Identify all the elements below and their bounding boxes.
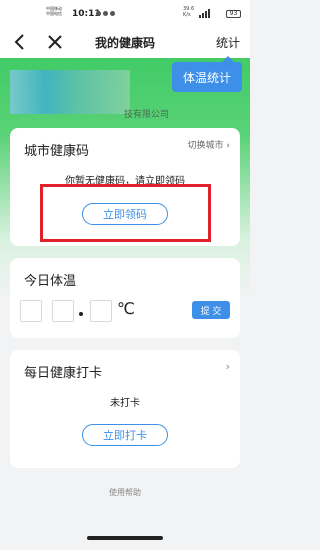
net-speed-unit: K/s xyxy=(183,12,191,18)
switch-city-link[interactable]: 切换城市 › xyxy=(188,138,231,151)
chevron-right-icon[interactable]: › xyxy=(226,360,230,373)
carrier-2: 中国电信 xyxy=(46,11,62,16)
battery-icon: 93 xyxy=(226,10,241,18)
notification-icons xyxy=(96,11,115,16)
daily-checkin-card: 每日健康打卡 › 未打卡 立即打卡 xyxy=(10,350,240,468)
stats-link[interactable]: 统计 xyxy=(216,34,240,51)
temperature-digit-input[interactable] xyxy=(20,300,42,322)
highlight-box xyxy=(40,184,211,242)
nav-bar: 我的健康码 统计 xyxy=(0,26,250,60)
notification-icon xyxy=(96,11,101,16)
carrier-info: 中国移动 中国电信 xyxy=(46,6,62,16)
notification-icon xyxy=(110,11,115,16)
signal-icon xyxy=(199,9,210,18)
company-name: 技有限公司 xyxy=(124,110,170,120)
help-link[interactable]: 使用帮助 xyxy=(0,487,250,498)
card-title: 今日体温 xyxy=(24,274,77,289)
card-title: 每日健康打卡 xyxy=(24,366,103,381)
celsius-unit: ℃ xyxy=(117,299,135,318)
today-temperature-card: 今日体温 ℃ 提 交 xyxy=(10,258,240,338)
temperature-stats-button[interactable]: 体温统计 xyxy=(172,56,242,92)
notification-icon xyxy=(103,11,108,16)
card-title: 城市健康码 xyxy=(24,144,90,159)
temperature-decimal-input[interactable] xyxy=(90,300,112,322)
checkin-button[interactable]: 立即打卡 xyxy=(82,424,168,446)
switch-city-label: 切换城市 xyxy=(187,141,224,151)
decimal-point xyxy=(79,312,83,316)
checkin-status: 未打卡 xyxy=(110,398,140,409)
temperature-digit-input[interactable] xyxy=(52,300,74,322)
page-title: 我的健康码 xyxy=(94,36,155,50)
status-bar: 中国移动 中国电信 10:11 39.6 K/s 93 xyxy=(0,0,250,26)
blurred-name-area xyxy=(10,70,130,114)
chevron-right-icon: › xyxy=(226,141,230,151)
net-speed: 39.6 K/s xyxy=(183,6,194,18)
submit-temperature-button[interactable]: 提 交 xyxy=(192,301,230,319)
home-indicator xyxy=(87,536,163,540)
